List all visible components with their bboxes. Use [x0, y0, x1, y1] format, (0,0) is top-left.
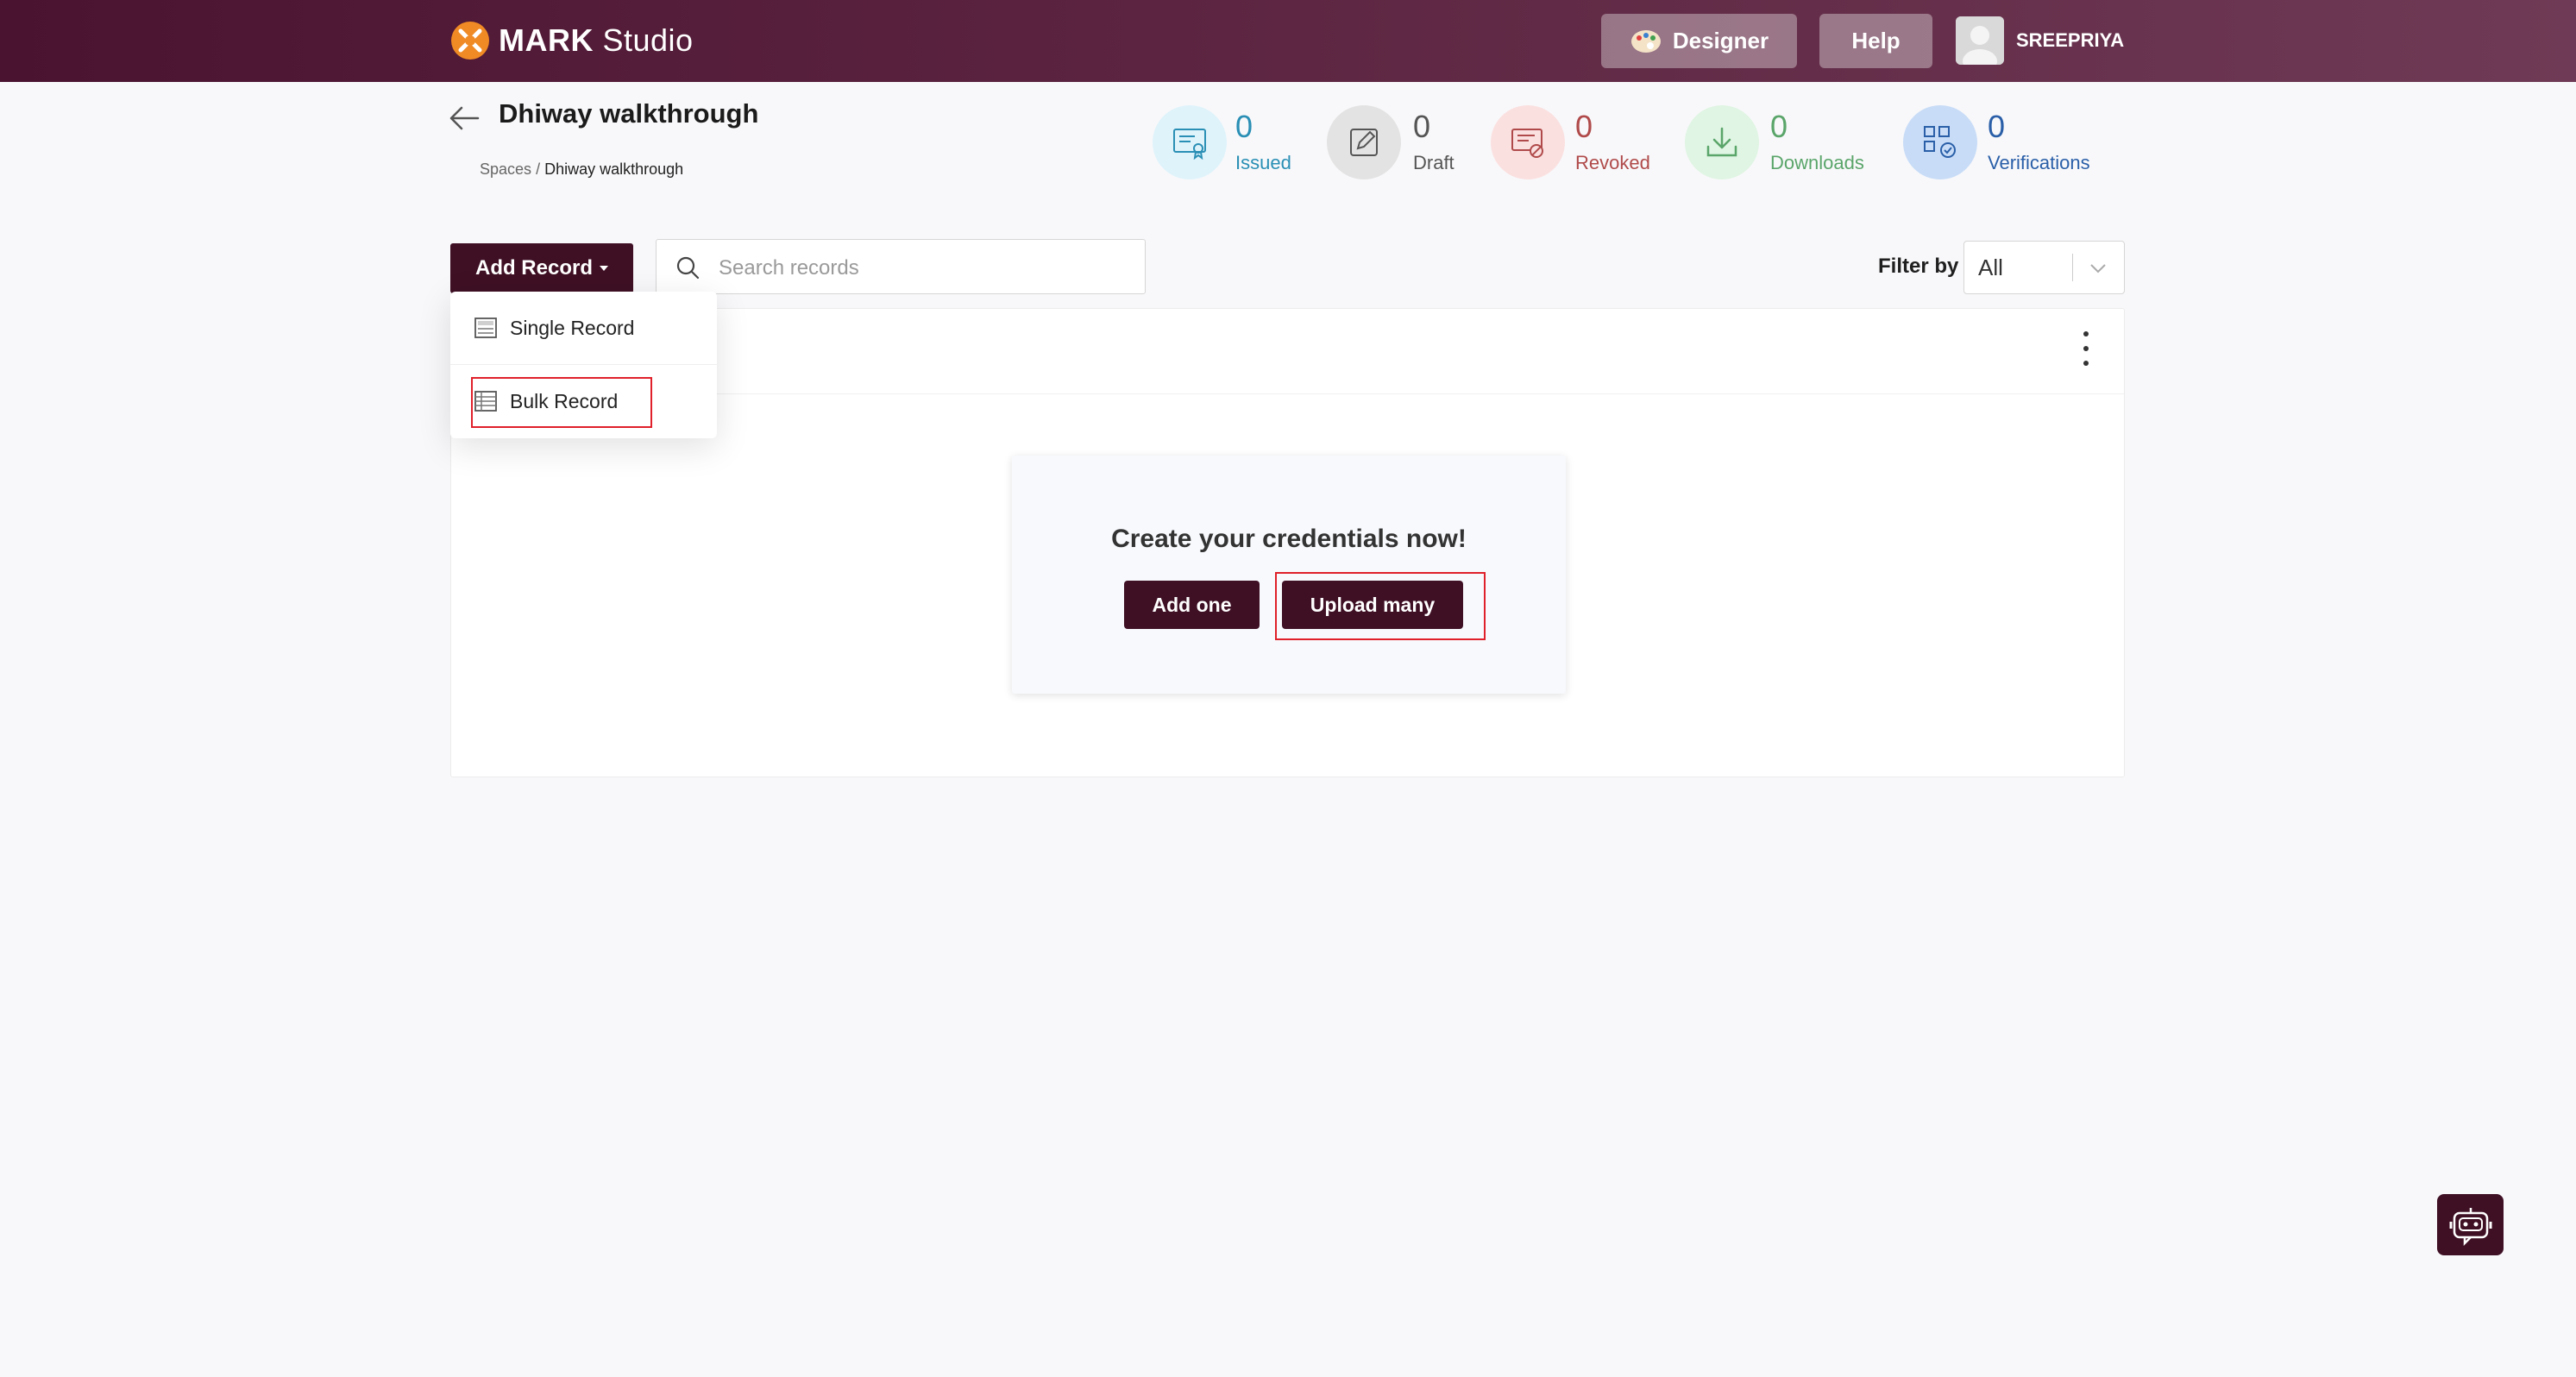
filter-select[interactable]: All — [1963, 241, 2125, 294]
breadcrumb-current: Dhiway walkthrough — [544, 160, 684, 178]
verify-icon — [1924, 126, 1956, 158]
search-input[interactable] — [717, 250, 1134, 286]
breadcrumb-separator: / — [536, 160, 541, 178]
add-one-button[interactable]: Add one — [1124, 581, 1260, 629]
chatbot-button[interactable] — [2437, 1194, 2504, 1255]
revoke-icon — [1511, 129, 1543, 158]
filter-value: All — [1978, 255, 2003, 280]
designer-button[interactable]: Designer — [1601, 14, 1797, 68]
help-button[interactable]: Help — [1819, 14, 1932, 68]
avatar — [1956, 16, 2004, 65]
stat-draft: 0 Draft — [1327, 105, 1465, 179]
robot-icon — [2449, 1208, 2492, 1246]
stat-downloads-label: Downloads — [1770, 152, 1864, 173]
empty-state-card: Create your credentials now! Add one Upl… — [1012, 456, 1566, 694]
download-icon — [1706, 127, 1737, 157]
upload-many-highlight — [1275, 572, 1486, 640]
caret-down-icon — [600, 266, 608, 271]
filter-separator — [2072, 254, 2073, 281]
stat-downloads-value: 0 — [1770, 109, 1788, 144]
bulk-record-highlight — [471, 377, 652, 428]
stat-issued-value: 0 — [1235, 109, 1253, 144]
edit-icon — [1350, 129, 1378, 156]
certificate-icon — [1173, 129, 1206, 160]
user-avatar-icon — [1956, 16, 2004, 65]
more-options-icon[interactable] — [2082, 331, 2090, 366]
back-arrow-icon[interactable] — [449, 105, 480, 131]
palette-icon — [1630, 29, 1661, 53]
stat-verifications-value: 0 — [1988, 109, 2006, 144]
app-header: MARK Studio Designer Help SREEPRIYA — [0, 0, 2576, 82]
search-box[interactable] — [656, 239, 1146, 294]
dropdown-item-single-record[interactable]: Single Record — [450, 292, 717, 365]
page-title: Dhiway walkthrough — [499, 98, 759, 129]
stat-revoked-value: 0 — [1575, 109, 1593, 144]
stat-revoked: 0 Revoked — [1491, 105, 1655, 179]
mark-logo-icon — [451, 22, 489, 60]
app-name: MARK Studio — [499, 22, 694, 58]
breadcrumb-spaces[interactable]: Spaces — [480, 160, 531, 178]
user-menu[interactable]: SREEPRIYA — [1956, 16, 2124, 66]
single-record-label: Single Record — [510, 316, 635, 339]
empty-state-title: Create your credentials now! — [1111, 525, 1467, 553]
add-record-button[interactable]: Add Record — [450, 243, 633, 293]
single-record-icon — [474, 318, 497, 338]
username: SREEPRIYA — [2016, 29, 2125, 51]
designer-label: Designer — [1672, 28, 1769, 53]
add-record-label: Add Record — [474, 256, 593, 280]
stat-verifications: 0 Verifications — [1903, 105, 2110, 179]
chevron-down-icon — [2090, 264, 2106, 274]
app-logo[interactable]: MARK Studio — [450, 18, 694, 63]
stat-issued-label: Issued — [1235, 152, 1291, 173]
help-label: Help — [1851, 28, 1901, 53]
stat-draft-value: 0 — [1413, 109, 1431, 144]
stat-revoked-label: Revoked — [1575, 152, 1650, 173]
search-icon — [676, 256, 700, 280]
stat-draft-label: Draft — [1413, 152, 1454, 173]
stat-verifications-label: Verifications — [1988, 152, 2090, 173]
breadcrumb: Spaces / Dhiway walkthrough — [480, 160, 683, 179]
add-record-dropdown: Single Record Bulk Record — [450, 292, 717, 438]
filter-label: Filter by — [1878, 255, 1959, 278]
stat-downloads: 0 Downloads — [1685, 105, 1870, 179]
stat-issued: 0 Issued — [1153, 105, 1299, 179]
